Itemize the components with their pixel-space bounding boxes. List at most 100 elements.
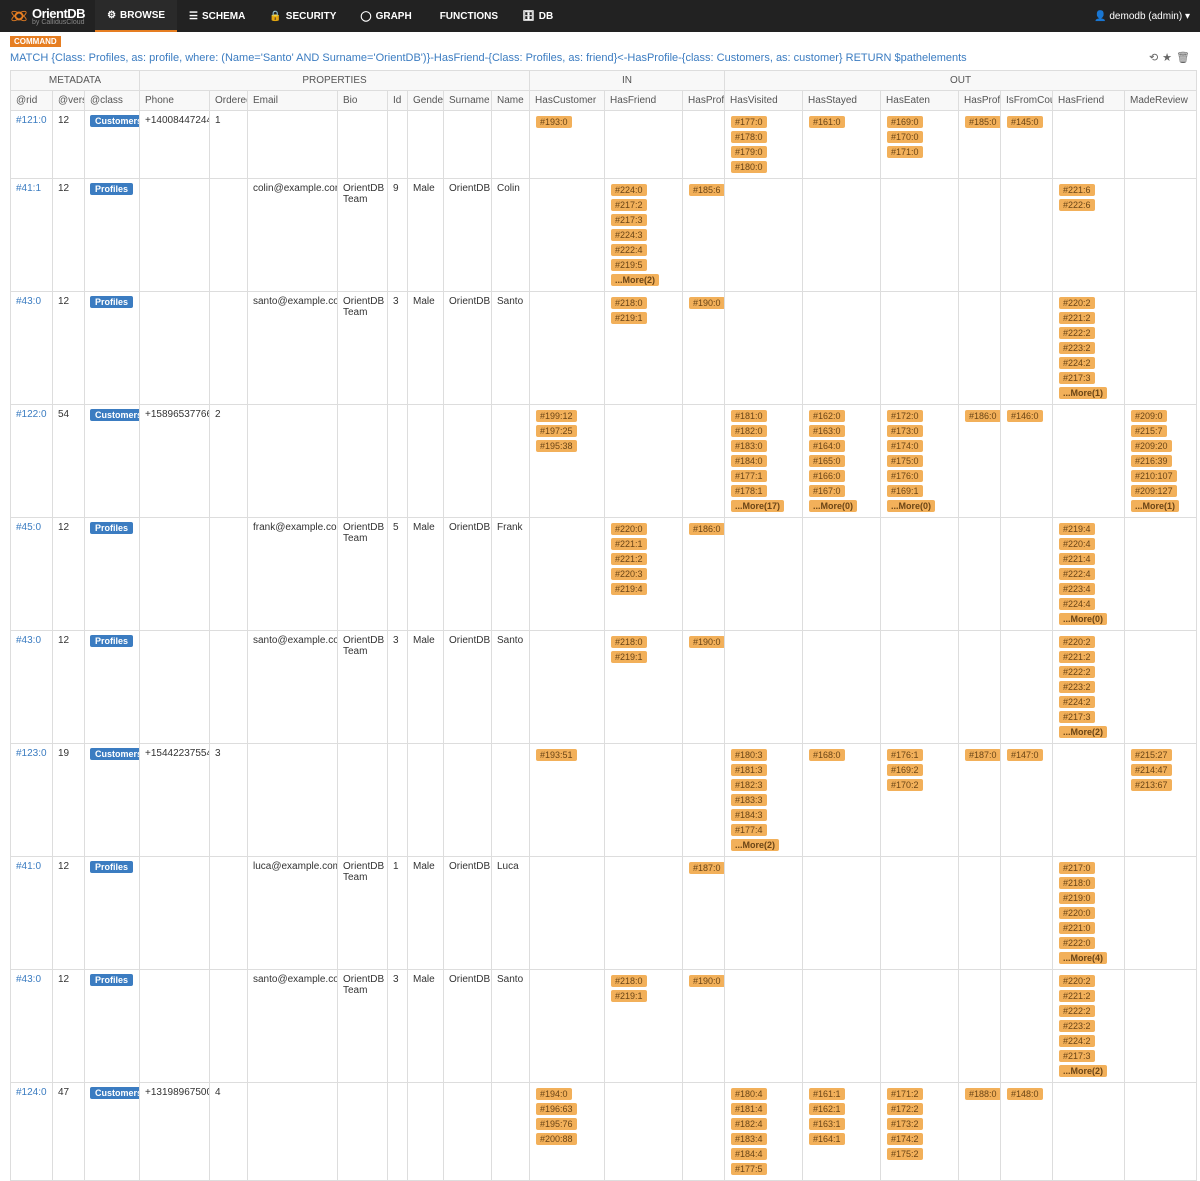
more-badge[interactable]: ...More(1) bbox=[1059, 387, 1107, 399]
link-badge[interactable]: #173:2 bbox=[887, 1118, 923, 1130]
nav-graph[interactable]: ◯GRAPH bbox=[348, 0, 423, 32]
link-badge[interactable]: #184:3 bbox=[731, 809, 767, 821]
link-badge[interactable]: #169:0 bbox=[887, 116, 923, 128]
link-badge[interactable]: #148:0 bbox=[1007, 1088, 1043, 1100]
link-badge[interactable]: #222:6 bbox=[1059, 199, 1095, 211]
link-badge[interactable]: #224:2 bbox=[1059, 696, 1095, 708]
class-badge[interactable]: Customers bbox=[90, 748, 140, 760]
col-hasvisited[interactable]: HasVisited bbox=[725, 91, 803, 111]
link-badge[interactable]: #218:0 bbox=[611, 636, 647, 648]
rid-link[interactable]: #43:0 bbox=[16, 296, 41, 307]
link-badge[interactable]: #190:0 bbox=[689, 975, 725, 987]
link-badge[interactable]: #180:0 bbox=[731, 161, 767, 173]
link-badge[interactable]: #222:4 bbox=[1059, 568, 1095, 580]
more-badge[interactable]: ...More(2) bbox=[731, 839, 779, 851]
link-badge[interactable]: #169:1 bbox=[887, 485, 923, 497]
link-badge[interactable]: #224:3 bbox=[611, 229, 647, 241]
link-badge[interactable]: #217:2 bbox=[611, 199, 647, 211]
rid-link[interactable]: #41:0 bbox=[16, 861, 41, 872]
link-badge[interactable]: #180:4 bbox=[731, 1088, 767, 1100]
link-badge[interactable]: #217:3 bbox=[1059, 372, 1095, 384]
link-badge[interactable]: #182:0 bbox=[731, 425, 767, 437]
col-isfromcountry[interactable]: IsFromCountry bbox=[1001, 91, 1053, 111]
link-badge[interactable]: #161:1 bbox=[809, 1088, 845, 1100]
link-badge[interactable]: #171:2 bbox=[887, 1088, 923, 1100]
class-badge[interactable]: Profiles bbox=[90, 974, 133, 986]
link-badge[interactable]: #188:0 bbox=[965, 1088, 1001, 1100]
link-badge[interactable]: #169:2 bbox=[887, 764, 923, 776]
link-badge[interactable]: #181:3 bbox=[731, 764, 767, 776]
link-badge[interactable]: #196:63 bbox=[536, 1103, 577, 1115]
link-badge[interactable]: #209:127 bbox=[1131, 485, 1177, 497]
link-badge[interactable]: #163:1 bbox=[809, 1118, 845, 1130]
link-badge[interactable]: #224:4 bbox=[1059, 598, 1095, 610]
class-badge[interactable]: Profiles bbox=[90, 183, 133, 195]
col-out-hasfriend[interactable]: HasFriend bbox=[1053, 91, 1125, 111]
link-badge[interactable]: #166:0 bbox=[809, 470, 845, 482]
link-badge[interactable]: #175:0 bbox=[887, 455, 923, 467]
more-badge[interactable]: ...More(17) bbox=[731, 500, 784, 512]
col-hascustomer[interactable]: HasCustomer bbox=[530, 91, 605, 111]
col-hasstayed[interactable]: HasStayed bbox=[803, 91, 881, 111]
link-badge[interactable]: #210:107 bbox=[1131, 470, 1177, 482]
link-badge[interactable]: #177:5 bbox=[731, 1163, 767, 1175]
link-badge[interactable]: #170:0 bbox=[887, 131, 923, 143]
col-phone[interactable]: Phone bbox=[140, 91, 210, 111]
more-badge[interactable]: ...More(2) bbox=[1059, 726, 1107, 738]
link-badge[interactable]: #174:2 bbox=[887, 1133, 923, 1145]
link-badge[interactable]: #175:2 bbox=[887, 1148, 923, 1160]
link-badge[interactable]: #222:4 bbox=[611, 244, 647, 256]
more-badge[interactable]: ...More(2) bbox=[611, 274, 659, 286]
link-badge[interactable]: #162:0 bbox=[809, 410, 845, 422]
link-badge[interactable]: #176:1 bbox=[887, 749, 923, 761]
rid-link[interactable]: #123:0 bbox=[16, 748, 47, 759]
link-badge[interactable]: #170:2 bbox=[887, 779, 923, 791]
col-madereview[interactable]: MadeReview bbox=[1125, 91, 1197, 111]
link-badge[interactable]: #219:1 bbox=[611, 990, 647, 1002]
link-badge[interactable]: #221:1 bbox=[611, 538, 647, 550]
link-badge[interactable]: #183:3 bbox=[731, 794, 767, 806]
link-badge[interactable]: #224:2 bbox=[1059, 357, 1095, 369]
more-badge[interactable]: ...More(0) bbox=[1059, 613, 1107, 625]
link-badge[interactable]: #218:0 bbox=[1059, 877, 1095, 889]
link-badge[interactable]: #181:0 bbox=[731, 410, 767, 422]
link-badge[interactable]: #219:4 bbox=[611, 583, 647, 595]
link-badge[interactable]: #215:7 bbox=[1131, 425, 1167, 437]
link-badge[interactable]: #220:0 bbox=[611, 523, 647, 535]
link-badge[interactable]: #164:1 bbox=[809, 1133, 845, 1145]
rid-link[interactable]: #124:0 bbox=[16, 1087, 47, 1098]
class-badge[interactable]: Customers bbox=[90, 409, 140, 421]
col-bio[interactable]: Bio bbox=[338, 91, 388, 111]
query-text[interactable]: MATCH {Class: Profiles, as: profile, whe… bbox=[10, 52, 967, 64]
link-badge[interactable]: #178:0 bbox=[731, 131, 767, 143]
link-badge[interactable]: #172:2 bbox=[887, 1103, 923, 1115]
link-badge[interactable]: #185:6 bbox=[689, 184, 725, 196]
col-version[interactable]: @version bbox=[53, 91, 85, 111]
link-badge[interactable]: #177:4 bbox=[731, 824, 767, 836]
link-badge[interactable]: #222:2 bbox=[1059, 327, 1095, 339]
link-badge[interactable]: #145:0 bbox=[1007, 116, 1043, 128]
col-out-hasprofile[interactable]: HasProfile bbox=[959, 91, 1001, 111]
link-badge[interactable]: #165:0 bbox=[809, 455, 845, 467]
col-gender[interactable]: Gender bbox=[408, 91, 444, 111]
link-badge[interactable]: #221:6 bbox=[1059, 184, 1095, 196]
link-badge[interactable]: #221:0 bbox=[1059, 922, 1095, 934]
link-badge[interactable]: #171:0 bbox=[887, 146, 923, 158]
nav-schema[interactable]: ☰SCHEMA bbox=[177, 0, 257, 32]
link-badge[interactable]: #217:3 bbox=[611, 214, 647, 226]
link-badge[interactable]: #218:0 bbox=[611, 297, 647, 309]
delete-icon[interactable]: 🗑 bbox=[1176, 51, 1190, 64]
link-badge[interactable]: #164:0 bbox=[809, 440, 845, 452]
link-badge[interactable]: #168:0 bbox=[809, 749, 845, 761]
link-badge[interactable]: #222:0 bbox=[1059, 937, 1095, 949]
link-badge[interactable]: #193:51 bbox=[536, 749, 577, 761]
link-badge[interactable]: #194:0 bbox=[536, 1088, 572, 1100]
link-badge[interactable]: #161:0 bbox=[809, 116, 845, 128]
link-badge[interactable]: #221:2 bbox=[611, 553, 647, 565]
link-badge[interactable]: #195:76 bbox=[536, 1118, 577, 1130]
col-id[interactable]: Id bbox=[388, 91, 408, 111]
class-badge[interactable]: Profiles bbox=[90, 296, 133, 308]
class-badge[interactable]: Profiles bbox=[90, 861, 133, 873]
link-badge[interactable]: #172:0 bbox=[887, 410, 923, 422]
more-badge[interactable]: ...More(4) bbox=[1059, 952, 1107, 964]
